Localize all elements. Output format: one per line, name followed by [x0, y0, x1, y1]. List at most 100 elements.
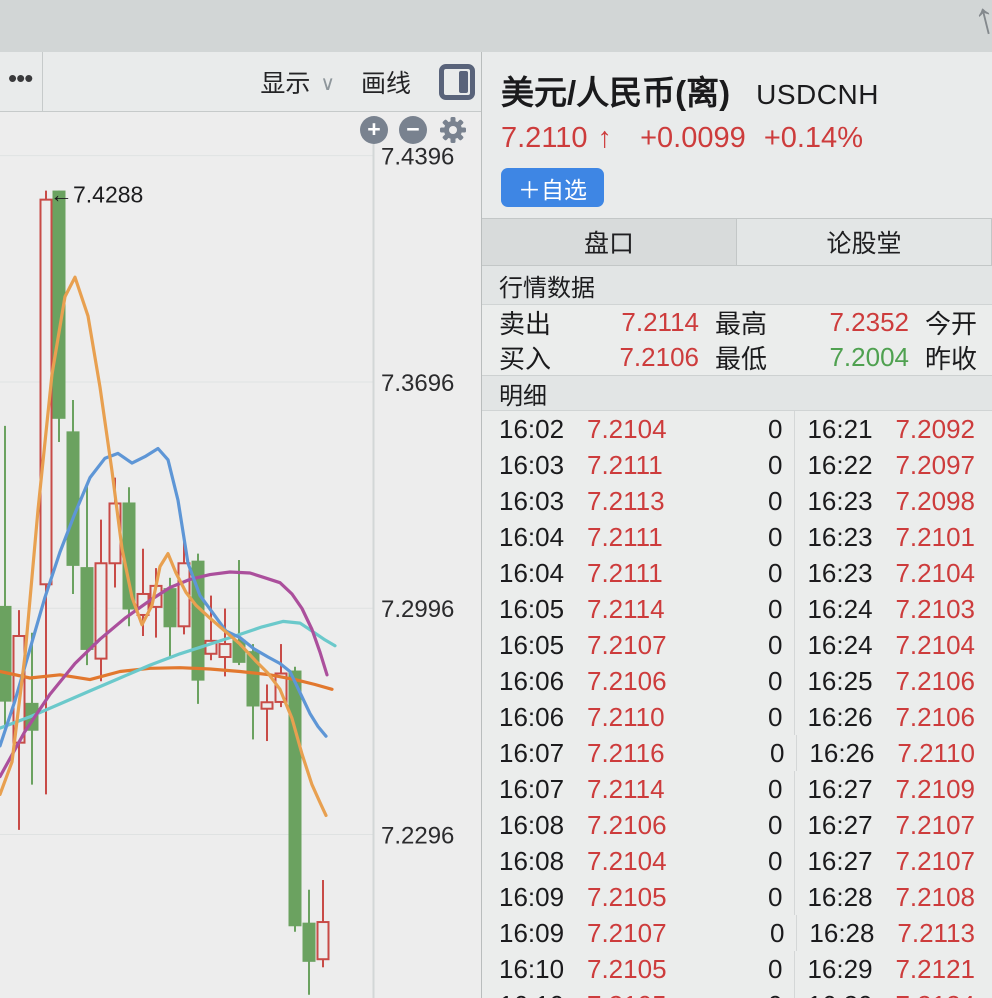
tick-row: 16:047.2111016:237.2104: [482, 555, 992, 591]
tab-forum[interactable]: 论股堂: [737, 219, 991, 265]
tick-price: 7.2106: [587, 666, 697, 697]
stat-label: 今开: [925, 304, 977, 341]
tick-row: 16:097.2107016:287.2113: [482, 915, 992, 951]
up-arrow-icon: ↑: [598, 122, 613, 154]
tick-row: 16:097.2105016:287.2108: [482, 879, 992, 915]
tick-price: 7.2104: [895, 630, 975, 661]
tick-volume: 0: [768, 558, 782, 589]
tick-time: 16:27: [807, 846, 895, 877]
chart-canvas[interactable]: 7.43967.36967.29967.2296←7.4288: [0, 112, 481, 998]
tick-price: 7.2110: [587, 702, 697, 733]
candle-body: [0, 607, 11, 701]
tick-row: 16:057.2114016:247.2103: [482, 591, 992, 627]
tick-price: 7.2105: [587, 954, 697, 985]
tick-row: 16:067.2110016:267.2106: [482, 699, 992, 735]
tick-time: 16:07: [499, 774, 587, 805]
display-menu-button[interactable]: 显示: [260, 64, 310, 100]
right-panel-toggle-icon[interactable]: [439, 64, 475, 100]
tick-row: 16:037.2113016:237.2098: [482, 483, 992, 519]
tick-price: 7.2114: [587, 774, 697, 805]
tab-order-book[interactable]: 盘口: [482, 219, 737, 265]
stat-label: 最高: [715, 304, 791, 341]
tick-volume: 0: [768, 846, 782, 877]
tick-volume: 0: [768, 522, 782, 553]
tick-price: 7.2106: [895, 666, 975, 697]
tick-volume: 0: [768, 882, 782, 913]
candle-body: [318, 922, 329, 959]
chart-toolbar: ••• 显示 ∨ 画线: [0, 52, 481, 112]
tick-table[interactable]: 16:027.2104016:217.209216:037.2111016:22…: [482, 411, 992, 998]
tick-time: 16:06: [499, 702, 587, 733]
tick-time: 16:24: [807, 594, 895, 625]
candle-body: [124, 503, 135, 608]
tick-price: 7.2104: [895, 558, 975, 589]
tick-time: 16:29: [807, 954, 895, 985]
tick-volume: 0: [768, 450, 782, 481]
tick-volume: 0: [768, 702, 782, 733]
zoom-out-button[interactable]: −: [399, 116, 427, 144]
tick-volume: 0: [768, 954, 782, 985]
tick-price: 7.2113: [897, 918, 975, 949]
candle-body: [290, 672, 301, 926]
tick-price: 7.2107: [895, 846, 975, 877]
tick-row: 16:087.2104016:277.2107: [482, 843, 992, 879]
tick-volume: 0: [768, 990, 782, 998]
chart-zoom-controls: + −: [360, 115, 468, 145]
chart-pane: ••• 显示 ∨ 画线 + − 7.43967.36967.29967.2296…: [0, 52, 481, 998]
tick-price: 7.2121: [895, 954, 975, 985]
tick-time: 16:23: [807, 486, 895, 517]
tick-price: 7.2107: [895, 810, 975, 841]
quote-header: 美元/人民币(离) USDCNH 7.2110↑ +0.0099 +0.14% …: [482, 52, 992, 218]
tick-time: 16:30: [807, 990, 895, 998]
tick-price: 7.2116: [587, 738, 697, 769]
tick-row: 16:057.2107016:247.2104: [482, 627, 992, 663]
candle-body: [304, 924, 315, 961]
tick-time: 16:06: [499, 666, 587, 697]
tick-time: 16:07: [499, 738, 587, 769]
market-stat-row: 买入7.2106最低7.2004昨收: [482, 340, 992, 375]
tick-price: 7.2109: [895, 774, 975, 805]
candle-body: [68, 432, 79, 565]
candlestick-chart[interactable]: + − 7.43967.36967.29967.2296←7.4288: [0, 112, 481, 998]
detail-section-header: 明细: [482, 375, 992, 411]
candle-body: [96, 563, 107, 658]
tick-price: 7.2114: [587, 594, 697, 625]
tick-price: 7.2101: [895, 522, 975, 553]
draw-line-button[interactable]: 画线: [361, 64, 411, 100]
stat-label: 昨收: [925, 339, 977, 376]
axis-tick-label: 7.2996: [381, 596, 454, 623]
tick-volume: 0: [768, 666, 782, 697]
tick-price: 7.2104: [587, 414, 697, 445]
tick-time: 16:05: [499, 594, 587, 625]
tick-price: 7.2106: [895, 702, 975, 733]
tick-price: 7.2111: [587, 450, 697, 481]
zoom-in-button[interactable]: +: [360, 116, 388, 144]
tick-time: 16:23: [807, 558, 895, 589]
more-options-button[interactable]: •••: [0, 65, 42, 99]
tick-volume: 0: [768, 630, 782, 661]
stat-value: 7.2352: [791, 307, 909, 338]
add-watchlist-button[interactable]: ＋自选: [501, 168, 604, 207]
tick-price: 7.2113: [587, 486, 697, 517]
tick-volume: 0: [768, 774, 782, 805]
axis-tick-label: 7.2296: [381, 822, 454, 849]
tick-price: 7.2097: [895, 450, 975, 481]
tick-row: 16:107.2105016:297.2121: [482, 951, 992, 987]
market-data-section-header: 行情数据: [482, 266, 992, 305]
tick-time: 16:03: [499, 486, 587, 517]
stat-label: 卖出: [499, 304, 587, 341]
tick-row: 16:027.2104016:217.2092: [482, 411, 992, 447]
tick-time: 16:10: [499, 990, 587, 998]
market-stats: 卖出7.2114最高7.2352今开买入7.2106最低7.2004昨收: [482, 305, 992, 375]
gear-icon[interactable]: [438, 115, 468, 145]
chevron-down-icon[interactable]: ∨: [320, 71, 335, 96]
tick-row: 16:077.2114016:277.2109: [482, 771, 992, 807]
tick-price: 7.2108: [895, 882, 975, 913]
trading-app-window: ↑ ••• 显示 ∨ 画线 + − 7.43967.36967.29967.22…: [0, 0, 992, 998]
tick-price: 7.2110: [897, 738, 975, 769]
tick-volume: 0: [770, 918, 784, 949]
candle-body: [220, 644, 231, 657]
stat-value: 7.2004: [791, 342, 909, 373]
tick-volume: 0: [768, 414, 782, 445]
tick-price: 7.2098: [895, 486, 975, 517]
